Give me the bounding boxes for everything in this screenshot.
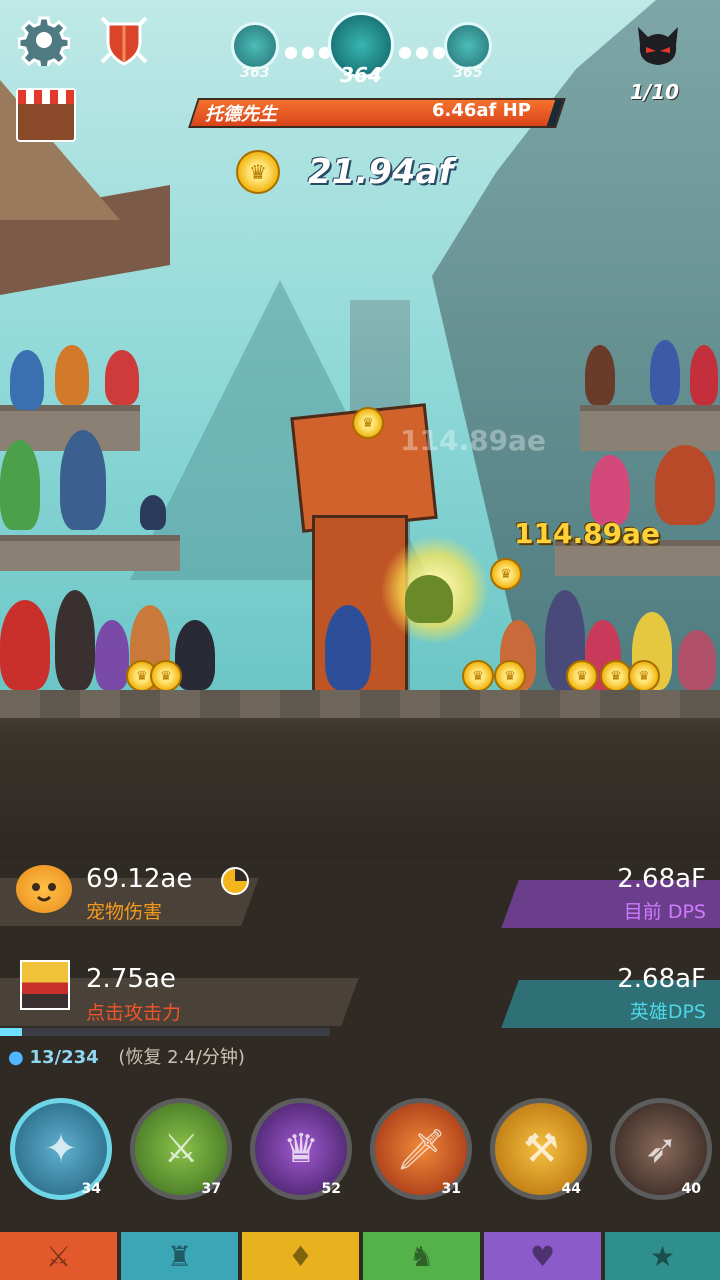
coin-icon[interactable]: ♛ (150, 660, 182, 690)
hero-figure (0, 440, 40, 530)
mana-regen: (恢复 2.4/分钟) (118, 1047, 245, 1068)
stage-prev-number: 363 (240, 65, 270, 81)
flaming-sword-icon: 🗡 (395, 1126, 447, 1173)
tab-equipment[interactable]: ♦ (242, 1232, 359, 1280)
skill-level: 52 (321, 1181, 341, 1197)
pet-damage-label: 宠物伤害 (86, 901, 163, 923)
coin-icon[interactable]: ♛ (490, 558, 522, 590)
hero-figure (55, 345, 89, 405)
skill-shadow-clone[interactable]: ➶ 40 (610, 1098, 712, 1200)
hero-figure (690, 345, 718, 405)
hero-figure (60, 430, 106, 530)
ledge-left-mid (0, 535, 180, 571)
hero-figure (650, 340, 680, 405)
crown-coin-icon: ♛ (283, 1126, 319, 1172)
mana-display: ● 13/234 (恢复 2.4/分钟) (8, 1043, 245, 1069)
clan-button[interactable] (96, 12, 152, 68)
stage-next: 365 (444, 22, 492, 81)
pet-face-icon (32, 883, 56, 902)
gold-amount: 21.94af (308, 152, 454, 192)
skill-fire-sword[interactable]: 🗡 31 (370, 1098, 472, 1200)
mana-amount: 13/234 (29, 1047, 99, 1068)
ground (0, 690, 720, 860)
stage-dots: ●●● (398, 42, 449, 61)
pet-attack-timer-icon (221, 867, 249, 895)
tab-pets[interactable]: ♞ (363, 1232, 480, 1280)
pet-avatar[interactable] (16, 865, 72, 913)
current-dps-label: 目前 DPS (623, 901, 706, 923)
current-dps-value: 2.68aF (617, 864, 706, 894)
tab-shop[interactable]: ★ (605, 1232, 720, 1280)
hero-figure (105, 350, 139, 405)
stage-current-number: 364 (340, 63, 382, 87)
gold-coin-icon: ♛ (236, 150, 280, 194)
coin-icon[interactable]: ♛ (352, 407, 384, 439)
hero-figure (655, 445, 715, 525)
running-shadow-icon: ➶ (644, 1126, 678, 1172)
coin-icon[interactable]: ♛ (462, 660, 494, 690)
mana-potion-icon: ● (8, 1047, 24, 1068)
damage-popup: 114.89ae (400, 424, 546, 457)
pet-damage-value: 69.12ae (86, 864, 193, 894)
mana-bar-fill (0, 1028, 22, 1036)
hero-figure (10, 350, 44, 410)
pet-figure (405, 575, 453, 623)
boss-name: 托德先生 (205, 104, 277, 125)
stage-next-number: 365 (453, 65, 483, 81)
hero-figure (590, 455, 630, 525)
tab-sword-master[interactable]: ⚔ (0, 1232, 117, 1280)
hero-figure (0, 600, 50, 690)
hero-dps-value: 2.68aF (617, 964, 706, 994)
skill-level: 31 (441, 1181, 461, 1197)
skill-war-cry[interactable]: ⚒ 44 (490, 1098, 592, 1200)
mana-bar (0, 1028, 330, 1036)
enemy-wave-count: 1/10 (630, 80, 680, 104)
coin-icon[interactable]: ♛ (566, 660, 598, 690)
sword-icon: ⚔ (163, 1126, 199, 1172)
settings-button[interactable] (16, 12, 72, 68)
stage-prev: 363 (231, 22, 279, 81)
skill-heavenly-strike[interactable]: ✦ 34 (10, 1098, 112, 1200)
damage-popup: 114.89ae (514, 517, 660, 550)
stage-current: 364 (328, 12, 394, 87)
skill-level: 44 (561, 1181, 581, 1197)
player-sword-master (325, 605, 371, 690)
phoenix-icon: ✦ (44, 1126, 78, 1172)
coin-icon[interactable]: ♛ (494, 660, 526, 690)
tab-heroes[interactable]: ♜ (121, 1232, 238, 1280)
tap-damage-label: 点击攻击力 (86, 1002, 182, 1024)
helmet-tab-icon: ♜ (166, 1239, 193, 1273)
shield-swords-icon (100, 16, 148, 66)
hero-figure (678, 630, 716, 690)
star-tab-icon: ★ (649, 1239, 676, 1273)
heart-tab-icon: ♥ (529, 1239, 556, 1273)
skill-level: 37 (201, 1181, 221, 1197)
tap-damage-value: 2.75ae (86, 964, 176, 994)
skill-deadly-strike[interactable]: ⚔ 37 (130, 1098, 232, 1200)
hero-figure (140, 495, 166, 530)
tab-artifacts[interactable]: ♥ (484, 1232, 601, 1280)
ledge-right-top (580, 405, 720, 451)
skill-level: 34 (81, 1181, 101, 1197)
tap-hero-avatar[interactable] (20, 960, 70, 1010)
gear-icon (18, 16, 70, 66)
skill-hand-of-midas[interactable]: ♛ 52 (250, 1098, 352, 1200)
shop-awning-icon (18, 90, 74, 104)
skill-level: 40 (681, 1181, 701, 1197)
devil-face-icon (638, 27, 678, 65)
weapons-icon: ⚒ (523, 1126, 559, 1172)
hero-figure (55, 590, 95, 690)
enemy-wave-indicator (630, 20, 686, 70)
hero-figure (95, 620, 129, 690)
hero-dps-label: 英雄DPS (629, 1001, 706, 1023)
armor-tab-icon: ♦ (287, 1239, 314, 1273)
boss-hp-text: 6.46af HP (432, 100, 531, 121)
coin-icon[interactable]: ♛ (628, 660, 660, 690)
shop-button[interactable] (16, 88, 76, 142)
sword-tab-icon: ⚔ (45, 1239, 72, 1273)
pet-tab-icon: ♞ (408, 1239, 435, 1273)
hero-figure (585, 345, 615, 405)
